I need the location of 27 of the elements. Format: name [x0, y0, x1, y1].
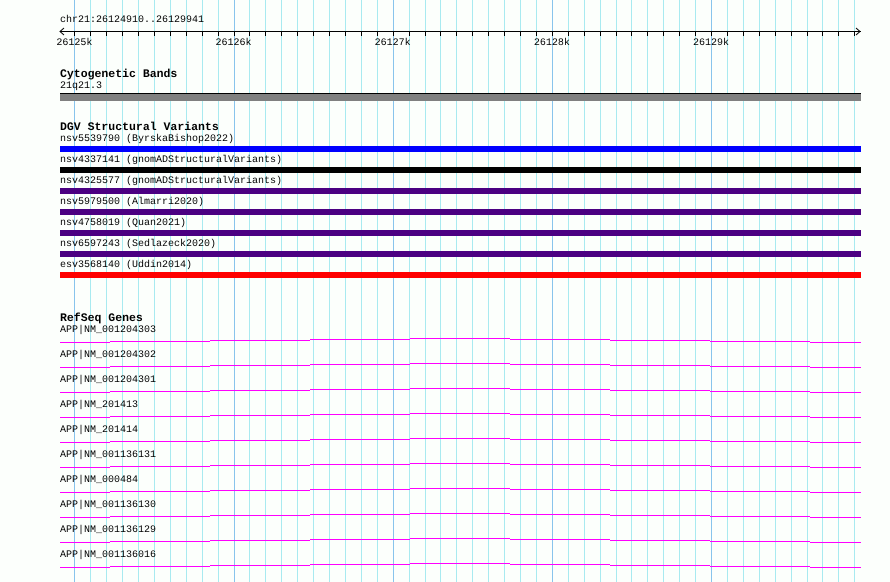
feature-label: APP|NM_201414 — [60, 425, 138, 437]
feature-label: APP|NM_001204302 — [60, 350, 156, 362]
tick-label: 26128k — [534, 38, 570, 49]
feature-label: APP|NM_001204303 — [60, 325, 156, 337]
feature-label: APP|NM_000484 — [60, 475, 138, 487]
feature-label: nsv4337141 (gnomADStructuralVariants) — [60, 155, 282, 167]
track-title: Cytogenetic Bands — [60, 68, 178, 81]
feature-label: nsv5539790 (ByrskaBishop2022) — [60, 134, 234, 146]
feature-label: esv3568140 (Uddin2014) — [60, 260, 192, 272]
feature-label: nsv6597243 (Sedlazeck2020) — [60, 239, 216, 251]
location-label: chr21:26124910..26129941 — [60, 15, 204, 27]
feature-label: APP|NM_001136130 — [60, 500, 156, 512]
feature-label: APP|NM_001204301 — [60, 375, 156, 387]
feature-label: nsv4758019 (Quan2021) — [60, 218, 186, 230]
feature-label: APP|NM_001136131 — [60, 450, 156, 462]
feature-label: APP|NM_001136016 — [60, 550, 156, 562]
feature-label: nsv5979500 (Almarri2020) — [60, 197, 204, 209]
tick-label: 26127k — [374, 38, 411, 49]
feature-label: nsv4325577 (gnomADStructuralVariants) — [60, 176, 282, 188]
tick-label: 26125k — [56, 38, 92, 49]
tick-label: 26126k — [216, 38, 252, 49]
track-title: DGV Structural Variants — [60, 121, 219, 134]
feature-label: APP|NM_001136129 — [60, 525, 156, 537]
feature-label: 21q21.3 — [60, 81, 102, 93]
tick-label: 26129k — [693, 38, 730, 49]
feature-label: APP|NM_201413 — [60, 400, 138, 412]
track-title: RefSeq Genes — [60, 312, 143, 325]
